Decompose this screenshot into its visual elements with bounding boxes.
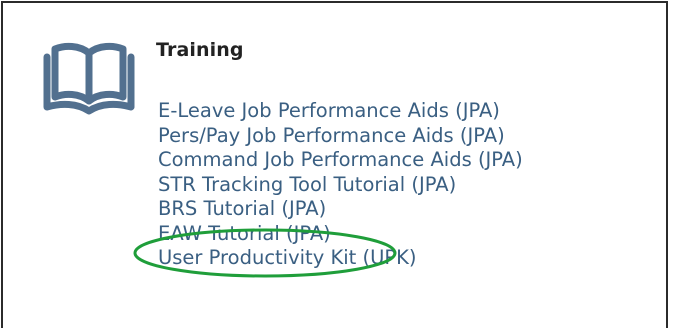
link-str-tracking-tutorial[interactable]: STR Tracking Tool Tutorial (JPA) [158, 173, 523, 198]
training-panel: Training E-Leave Job Performance Aids (J… [1, 1, 668, 328]
link-brs-tutorial[interactable]: BRS Tutorial (JPA) [158, 197, 523, 222]
link-user-productivity-kit[interactable]: User Productivity Kit (UPK) [158, 246, 523, 271]
link-command-jpa[interactable]: Command Job Performance Aids (JPA) [158, 148, 523, 173]
open-book-icon [43, 37, 135, 117]
link-e-leave-jpa[interactable]: E-Leave Job Performance Aids (JPA) [158, 99, 523, 124]
training-link-list: E-Leave Job Performance Aids (JPA) Pers/… [158, 99, 523, 271]
section-title: Training [156, 39, 244, 61]
link-eaw-tutorial[interactable]: EAW Tutorial (JPA) [158, 222, 523, 247]
link-pers-pay-jpa[interactable]: Pers/Pay Job Performance Aids (JPA) [158, 124, 523, 149]
